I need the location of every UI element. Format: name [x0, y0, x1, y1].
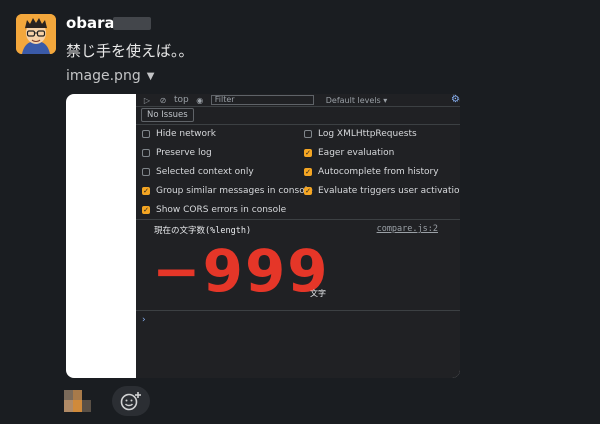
log-source-link: compare.js:2 [376, 224, 438, 234]
add-reaction-button[interactable] [112, 386, 150, 416]
context-selector: top [174, 95, 189, 105]
no-issues-badge: No Issues [141, 108, 194, 122]
eye-icon: ◉ [196, 95, 204, 105]
setting-label: Preserve log [156, 148, 212, 158]
setting-show-cors-errors: ✓ Show CORS errors in console [142, 205, 286, 215]
checkbox-checked: ✓ [304, 167, 312, 176]
setting-label: Selected context only [156, 167, 254, 177]
setting-label: Autocomplete from history [318, 167, 439, 177]
message-text: 禁じ手を使えば。。 [66, 42, 194, 60]
checkbox [142, 168, 150, 176]
image-attachment[interactable]: ▷ ⊘ top ◉ Filter Default levels ▾ ⚙ No I… [66, 94, 460, 378]
devtools-console-panel: ▷ ⊘ top ◉ Filter Default levels ▾ ⚙ No I… [136, 94, 460, 378]
log-value: −999 [152, 237, 330, 305]
checkbox [304, 130, 312, 138]
author-name[interactable]: obara [66, 14, 115, 32]
avatar-illustration [16, 14, 56, 54]
add-reaction-icon [120, 392, 141, 411]
gear-icon: ⚙ [451, 94, 460, 105]
setting-hide-network: Hide network [142, 129, 216, 139]
log-label: 現在の文字数(%length) [154, 226, 252, 236]
setting-label: Group similar messages in console [156, 186, 313, 196]
checkbox-checked: ✓ [142, 186, 150, 195]
levels-dropdown: Default levels ▾ [325, 95, 388, 105]
caret-down-icon[interactable]: ▼ [147, 71, 155, 82]
setting-label: Evaluate triggers user activation [318, 186, 460, 196]
log-unit: 文字 [310, 289, 326, 298]
checkbox [142, 149, 150, 157]
console-settings: Hide network Log XMLHttpRequests Preserv… [136, 125, 460, 220]
setting-eager-evaluation: ✓ Eager evaluation [304, 148, 394, 158]
setting-label: Eager evaluation [318, 148, 395, 158]
setting-label: Log XMLHttpRequests [318, 129, 417, 139]
sidebar-toggle-icon: ▷ [143, 95, 151, 105]
author-handle-redacted [113, 17, 151, 30]
reaction-emoji-blurred[interactable] [64, 388, 104, 414]
setting-evaluate-triggers: ✓ Evaluate triggers user activation [304, 186, 460, 196]
attachment-name-row[interactable]: image.png ▼ [66, 68, 154, 84]
checkbox [142, 130, 150, 138]
setting-label: Hide network [156, 129, 216, 139]
issues-row: No Issues [136, 106, 460, 125]
checkbox-checked: ✓ [304, 148, 312, 157]
console-prompt: › [142, 315, 146, 325]
setting-group-similar: ✓ Group similar messages in console [142, 186, 313, 196]
setting-log-xmlhttprequests: Log XMLHttpRequests [304, 129, 417, 139]
setting-preserve-log: Preserve log [142, 148, 212, 158]
console-log-entry: 現在の文字数(%length) compare.js:2 −999 文字 [136, 220, 460, 311]
clear-console-icon: ⊘ [159, 95, 167, 105]
checkbox-checked: ✓ [142, 205, 150, 214]
filter-input: Filter [210, 95, 314, 105]
checkbox-checked: ✓ [304, 186, 312, 195]
setting-label: Show CORS errors in console [156, 205, 287, 215]
setting-autocomplete-history: ✓ Autocomplete from history [304, 167, 439, 177]
avatar[interactable] [16, 14, 56, 54]
setting-selected-context-only: Selected context only [142, 167, 254, 177]
reaction-image [64, 390, 91, 412]
attachment-name: image.png [66, 68, 141, 84]
